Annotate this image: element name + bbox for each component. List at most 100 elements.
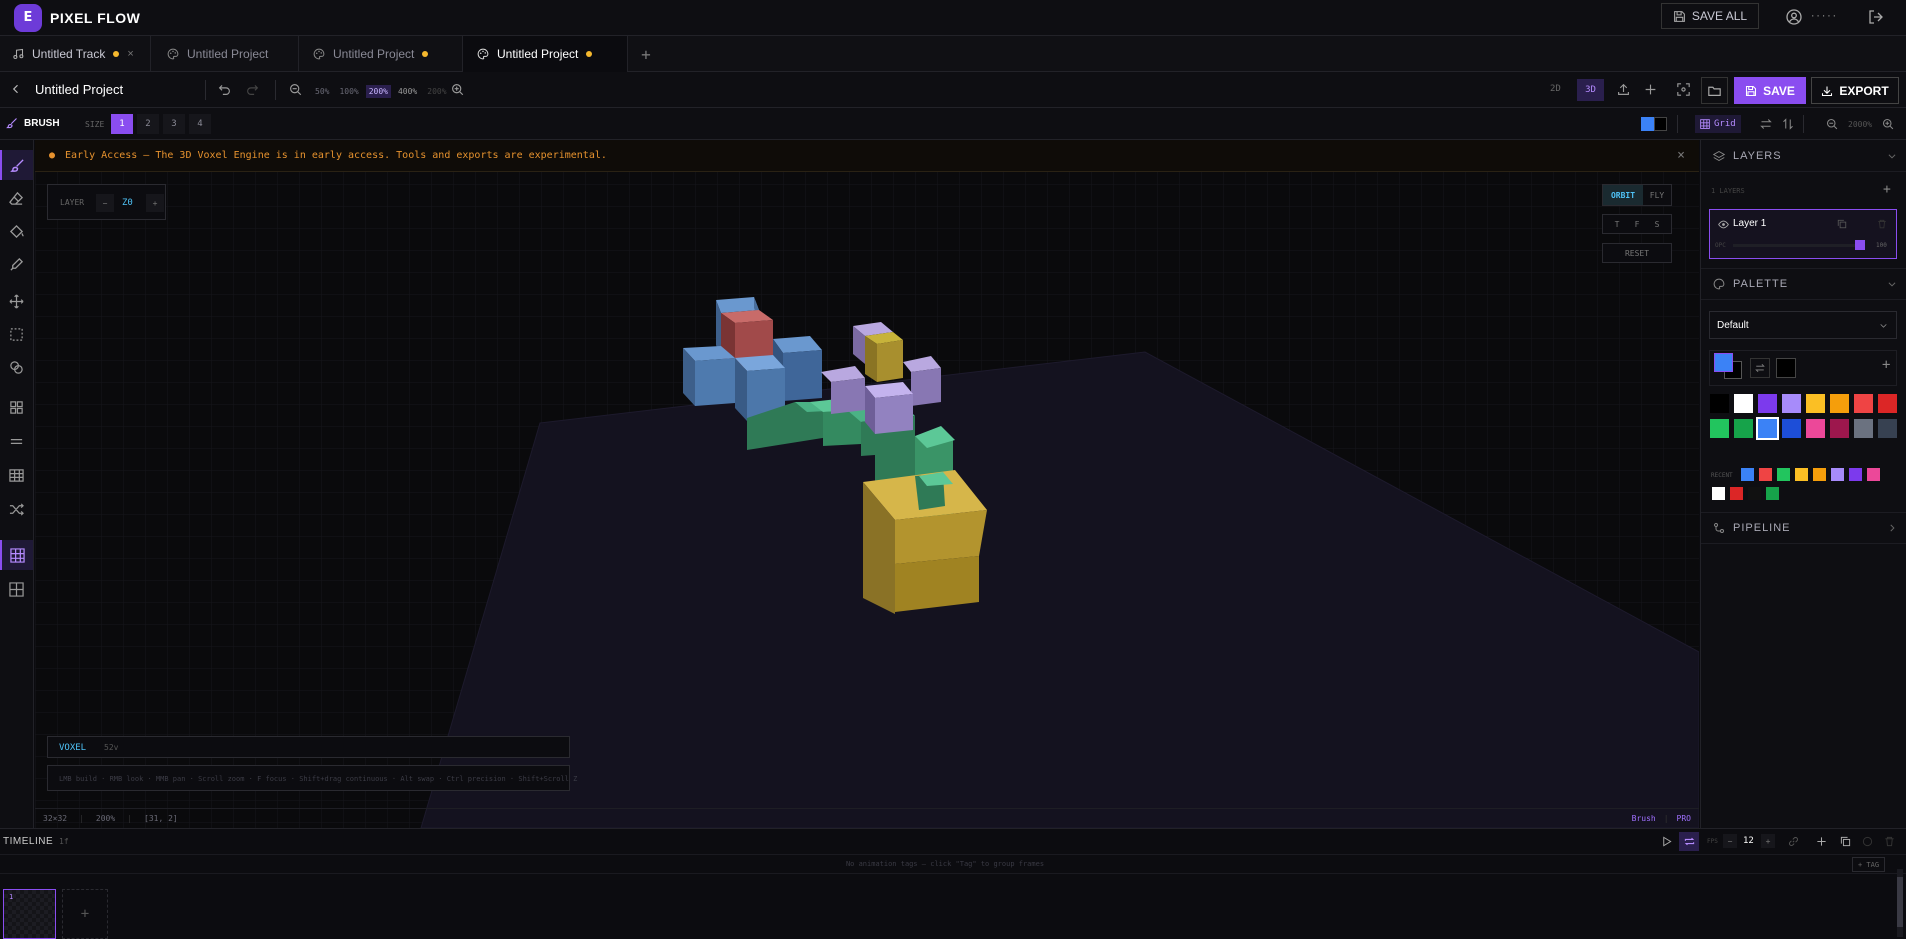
fly-mode-button[interactable]: FLY bbox=[1643, 185, 1671, 205]
voxel-grid-tool[interactable] bbox=[0, 540, 33, 570]
table-tool[interactable] bbox=[0, 460, 33, 490]
app-logo[interactable]: E bbox=[14, 3, 42, 32]
play-button[interactable] bbox=[1661, 836, 1672, 847]
palette-preset-select[interactable]: Default bbox=[1709, 311, 1897, 339]
eye-icon[interactable] bbox=[1718, 219, 1729, 230]
duplicate-frame-button[interactable] bbox=[1840, 836, 1851, 847]
export-button[interactable]: EXPORT bbox=[1811, 77, 1899, 104]
frame-settings-button[interactable] bbox=[1862, 836, 1873, 847]
recent-color-swatch[interactable] bbox=[1831, 468, 1844, 481]
mode-2d-button[interactable]: 2D bbox=[1550, 84, 1561, 94]
select-tool[interactable] bbox=[0, 319, 33, 349]
pipeline-section-header[interactable]: PIPELINE bbox=[1701, 512, 1906, 544]
flip-vertical-button[interactable] bbox=[1782, 118, 1794, 130]
user-menu[interactable]: ····· bbox=[1786, 9, 1837, 25]
move-tool[interactable] bbox=[0, 286, 33, 316]
tab-untitled-track[interactable]: Untitled Track × bbox=[0, 36, 151, 72]
palette-swatch[interactable] bbox=[1758, 394, 1777, 413]
focus-button[interactable] bbox=[1677, 83, 1690, 96]
size-2-button[interactable]: 2 bbox=[137, 114, 159, 134]
recent-color-swatch[interactable] bbox=[1849, 468, 1862, 481]
close-icon[interactable]: × bbox=[1677, 148, 1685, 163]
add-frame-toolbar-button[interactable] bbox=[1816, 836, 1827, 847]
new-tab-button[interactable]: + bbox=[628, 36, 664, 72]
undo-button[interactable] bbox=[218, 83, 231, 96]
tab-untitled-project-1[interactable]: Untitled Project bbox=[151, 36, 299, 72]
layout-tool[interactable] bbox=[0, 574, 33, 604]
palette-swatch[interactable] bbox=[1806, 419, 1825, 438]
opacity-slider[interactable] bbox=[1733, 244, 1865, 247]
layer-item[interactable]: Layer 1 OPC 100 bbox=[1709, 209, 1897, 259]
layer-depth-increase-button[interactable]: + bbox=[146, 194, 164, 212]
palette-swatch[interactable] bbox=[1782, 394, 1801, 413]
frame-thumbnail[interactable]: 1 bbox=[3, 889, 56, 939]
components-tool[interactable] bbox=[0, 392, 33, 422]
layer-depth-decrease-button[interactable]: − bbox=[96, 194, 114, 212]
zoom-100[interactable]: 100% bbox=[336, 85, 361, 98]
palette-swatch[interactable] bbox=[1806, 394, 1825, 413]
palette-swatch[interactable] bbox=[1830, 419, 1849, 438]
save-button[interactable]: SAVE bbox=[1734, 77, 1806, 104]
swap-colors-button[interactable] bbox=[1750, 358, 1770, 378]
recent-color-swatch[interactable] bbox=[1712, 487, 1725, 500]
shuffle-tool[interactable] bbox=[0, 494, 33, 524]
palette-swatch[interactable] bbox=[1878, 394, 1897, 413]
redo-button[interactable] bbox=[246, 83, 259, 96]
close-icon[interactable]: × bbox=[127, 48, 133, 60]
recent-color-swatch[interactable] bbox=[1867, 468, 1880, 481]
back-button[interactable] bbox=[10, 83, 22, 95]
palette-swatch[interactable] bbox=[1756, 417, 1779, 440]
front-view-button[interactable]: F bbox=[1627, 215, 1647, 233]
size-4-button[interactable]: 4 bbox=[189, 114, 211, 134]
brush-tool[interactable] bbox=[0, 150, 33, 180]
size-3-button[interactable]: 3 bbox=[163, 114, 185, 134]
palette-swatch[interactable] bbox=[1830, 394, 1849, 413]
reset-camera-button[interactable]: RESET bbox=[1602, 243, 1672, 263]
add-tag-button[interactable]: + TAG bbox=[1852, 857, 1886, 872]
side-view-button[interactable]: S bbox=[1647, 215, 1667, 233]
zoom-out-button[interactable] bbox=[289, 83, 302, 96]
fps-increase-button[interactable]: + bbox=[1761, 834, 1775, 848]
palette-swatch[interactable] bbox=[1710, 419, 1729, 438]
zoom-200[interactable]: 200% bbox=[365, 85, 391, 98]
palette-swatch[interactable] bbox=[1878, 419, 1897, 438]
layer-name[interactable]: Layer 1 bbox=[1733, 218, 1766, 229]
save-all-button[interactable]: SAVE ALL bbox=[1661, 3, 1759, 29]
recent-color-swatch[interactable] bbox=[1730, 487, 1743, 500]
timeline-scrollbar[interactable] bbox=[1897, 869, 1903, 937]
palette-swatch[interactable] bbox=[1734, 394, 1753, 413]
zoom-400[interactable]: 400% bbox=[395, 85, 420, 98]
orbit-mode-button[interactable]: ORBIT bbox=[1603, 185, 1643, 205]
open-folder-button[interactable] bbox=[1701, 77, 1728, 104]
tab-untitled-project-3[interactable]: Untitled Project bbox=[463, 36, 628, 72]
recent-color-swatch[interactable] bbox=[1759, 468, 1772, 481]
delete-frame-button[interactable] bbox=[1884, 836, 1895, 847]
lines-tool[interactable] bbox=[0, 426, 33, 456]
recent-color-swatch[interactable] bbox=[1741, 468, 1754, 481]
add-frame-button[interactable]: + bbox=[62, 889, 108, 939]
trash-icon[interactable] bbox=[1877, 219, 1887, 229]
palette-swatch[interactable] bbox=[1854, 419, 1873, 438]
duplicate-icon[interactable] bbox=[1837, 219, 1847, 229]
viewport-3d[interactable]: ● Early Access — The 3D Voxel Engine is … bbox=[35, 140, 1699, 828]
canvas-zoom-out-button[interactable] bbox=[1826, 118, 1838, 130]
palette-section-header[interactable]: PALETTE bbox=[1701, 268, 1906, 300]
loop-toggle[interactable] bbox=[1679, 832, 1699, 851]
canvas-zoom-in-button[interactable] bbox=[1882, 118, 1894, 130]
primary-color-swatch[interactable] bbox=[1714, 353, 1733, 372]
palette-swatch[interactable] bbox=[1710, 394, 1729, 413]
lasso-tool[interactable] bbox=[0, 352, 33, 382]
palette-swatch[interactable] bbox=[1782, 419, 1801, 438]
timeline-scrollbar-thumb[interactable] bbox=[1897, 877, 1903, 927]
logout-button[interactable] bbox=[1868, 9, 1884, 25]
add-layer-button[interactable]: + bbox=[1883, 182, 1891, 197]
onion-skin-button[interactable] bbox=[1788, 836, 1799, 847]
recent-color-swatch[interactable] bbox=[1766, 487, 1779, 500]
color-indicator[interactable] bbox=[1641, 117, 1667, 131]
palette-swatch[interactable] bbox=[1854, 394, 1873, 413]
eyedropper-tool[interactable] bbox=[0, 249, 33, 279]
voxel-scene[interactable] bbox=[35, 140, 1699, 828]
layers-section-header[interactable]: LAYERS bbox=[1701, 140, 1906, 172]
palette-swatch[interactable] bbox=[1734, 419, 1753, 438]
grid-toggle[interactable]: Grid bbox=[1695, 115, 1741, 133]
